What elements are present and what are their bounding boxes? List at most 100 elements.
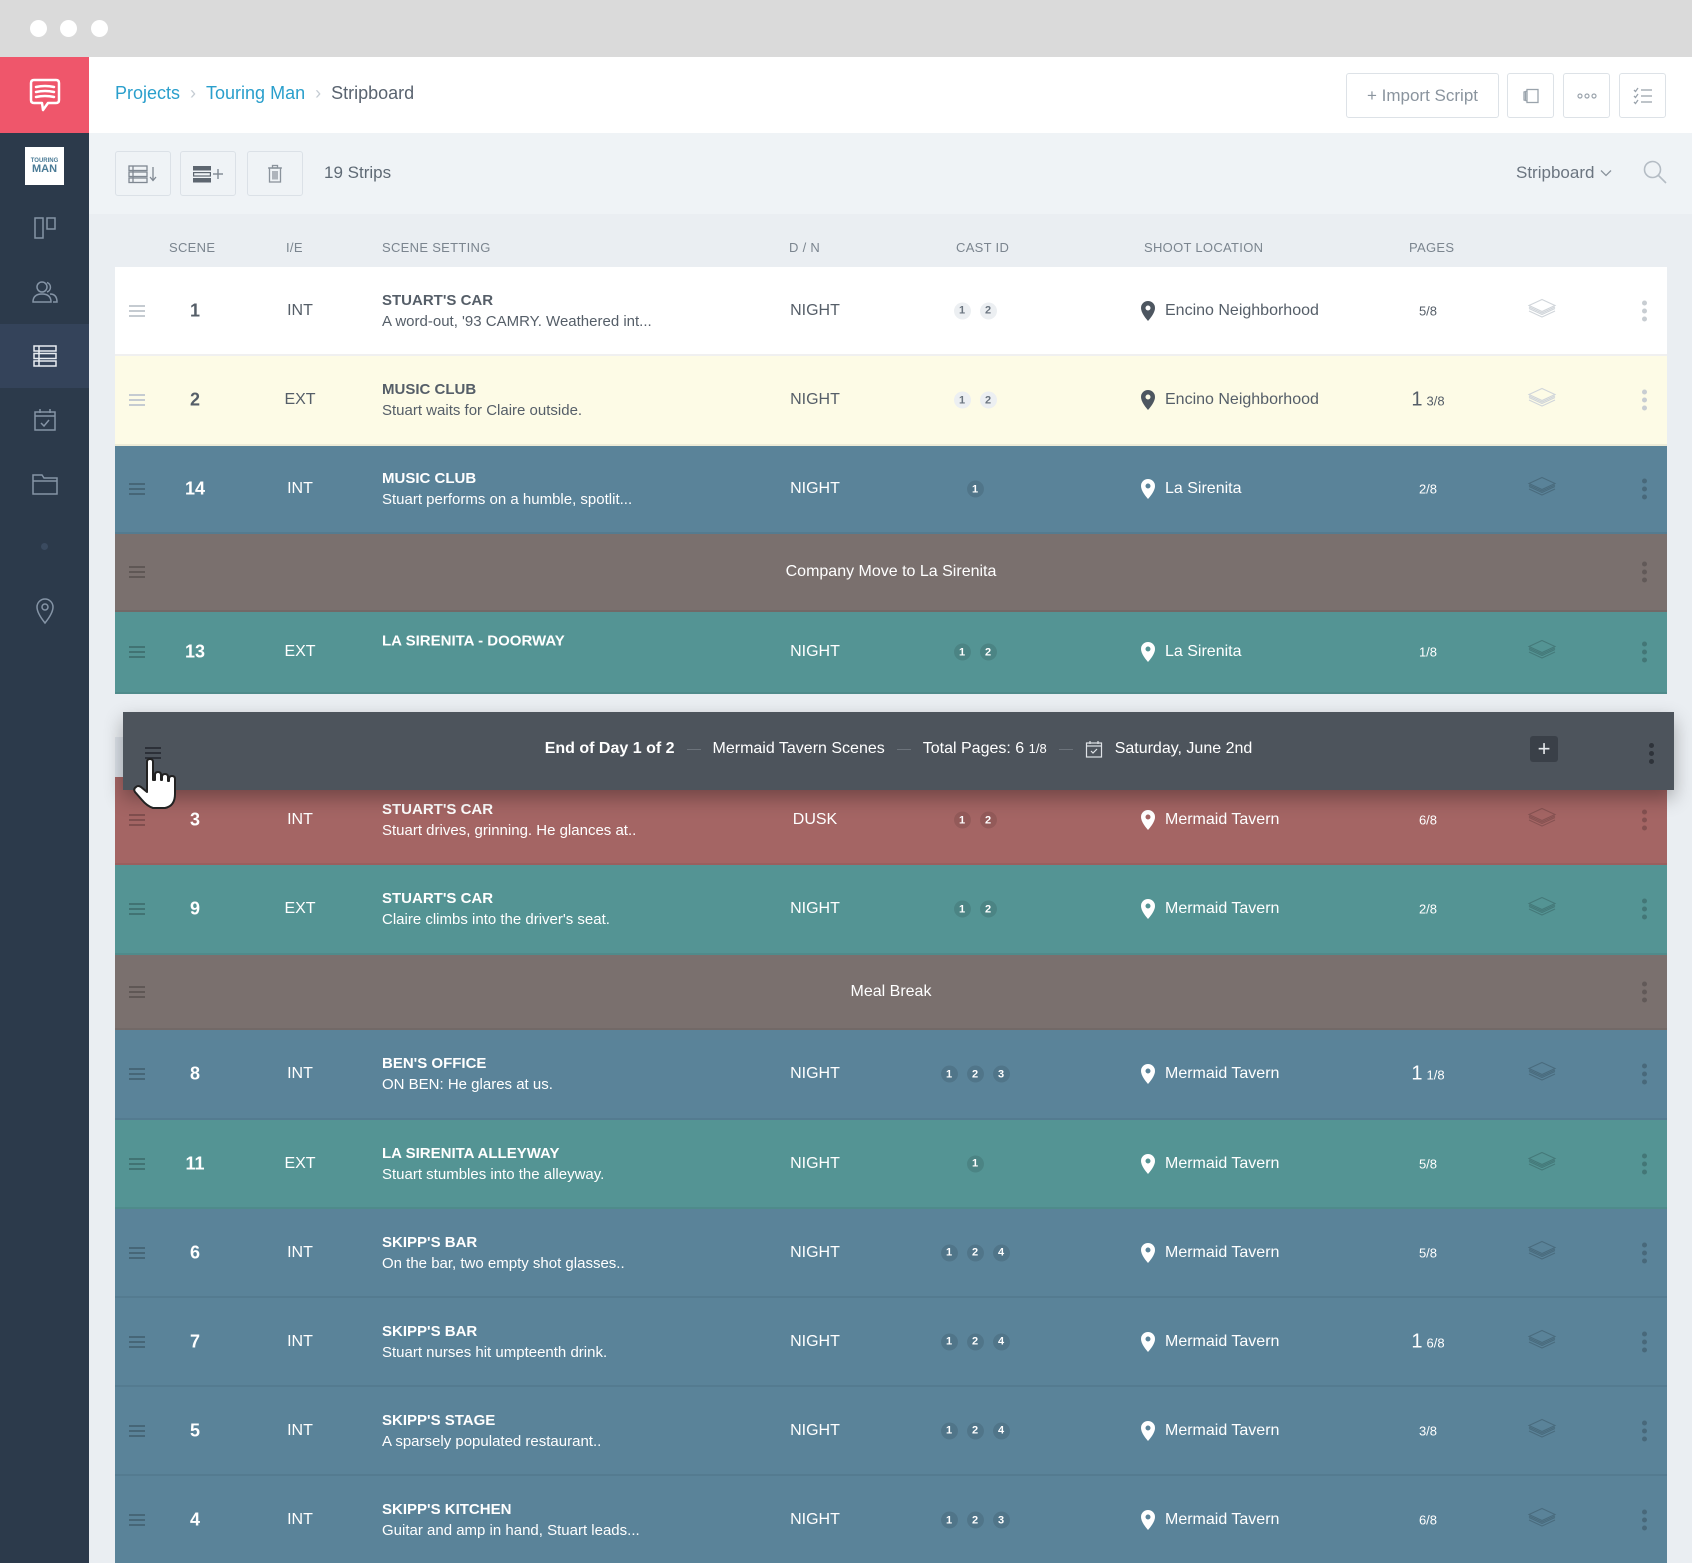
strip-menu-icon[interactable] [1642, 807, 1648, 834]
scene-strip[interactable]: 11 EXT LA SIRENITA ALLEYWAY Stuart stumbles… [115, 1120, 1667, 1209]
cast-badge[interactable]: 2 [966, 1065, 984, 1083]
checklist-button[interactable] [1619, 73, 1666, 118]
layers-icon[interactable] [1527, 1150, 1557, 1177]
shoot-location[interactable]: La Sirenita [1141, 479, 1242, 499]
cast-badge[interactable]: 2 [979, 811, 997, 829]
layers-icon[interactable] [1527, 896, 1557, 923]
shoot-location[interactable]: Mermaid Tavern [1141, 1510, 1279, 1530]
shoot-location[interactable]: Mermaid Tavern [1141, 1064, 1279, 1084]
strip-menu-icon[interactable] [1642, 1239, 1648, 1266]
sidebar-item-cast[interactable] [0, 260, 89, 324]
scene-strip[interactable]: 13 EXT LA SIRENITA - DOORWAY NIGHT 1 2 La Sire… [115, 612, 1667, 694]
breadcrumb-projects[interactable]: Projects [115, 83, 180, 104]
scene-strip[interactable]: 2 EXT MUSIC CLUB Stuart waits for Claire ou… [115, 356, 1667, 446]
shoot-location[interactable]: Mermaid Tavern [1141, 1331, 1279, 1352]
window-minimize-button[interactable] [60, 20, 77, 37]
layers-icon[interactable] [1527, 639, 1557, 666]
cast-badge[interactable]: 1 [940, 1422, 958, 1439]
sidebar-item-stripboard[interactable] [0, 324, 89, 388]
layers-icon[interactable] [1527, 1507, 1557, 1534]
sort-strips-button[interactable] [115, 151, 171, 196]
strip-menu-icon[interactable] [1642, 1507, 1648, 1534]
cast-badge[interactable]: 2 [966, 1333, 984, 1350]
drag-handle-icon[interactable] [129, 1155, 145, 1173]
cast-badge[interactable]: 1 [953, 302, 971, 319]
more-options-button[interactable] [1563, 73, 1610, 118]
cast-badge[interactable]: 1 [953, 811, 971, 829]
shoot-location[interactable]: Mermaid Tavern [1141, 1153, 1279, 1174]
strip-menu-icon[interactable] [1642, 978, 1648, 1005]
layers-icon[interactable] [1527, 1417, 1557, 1444]
cast-badge[interactable]: 4 [992, 1333, 1010, 1350]
scene-strip[interactable]: 4 INT SKIPP'S KITCHEN Guitar and amp in han… [115, 1476, 1667, 1563]
cast-badge[interactable]: 2 [966, 1244, 984, 1261]
drag-handle-icon[interactable] [129, 302, 145, 320]
strip-menu-icon[interactable] [1642, 1150, 1648, 1177]
layers-icon[interactable] [1527, 387, 1557, 414]
scene-strip[interactable]: 14 INT MUSIC CLUB Stuart performs on a humb… [115, 446, 1667, 534]
search-button[interactable] [1642, 159, 1668, 190]
strip-menu-icon[interactable] [1642, 559, 1648, 586]
column-header-ie[interactable]: I/E [286, 240, 303, 255]
shoot-location[interactable]: Mermaid Tavern [1141, 1420, 1279, 1441]
cast-badge[interactable]: 4 [992, 1244, 1010, 1261]
scene-strip[interactable]: 3 INT STUART'S CAR Stuart drives, grinning.… [115, 777, 1667, 865]
break-strip[interactable]: Meal Break [115, 955, 1667, 1030]
strip-menu-icon[interactable] [1642, 896, 1648, 923]
cast-badge[interactable]: 3 [992, 1511, 1010, 1529]
layers-icon[interactable] [1527, 476, 1557, 503]
cast-badge[interactable]: 1 [940, 1065, 958, 1083]
shoot-location[interactable]: La Sirenita [1141, 642, 1242, 662]
drag-handle-icon[interactable] [129, 480, 145, 498]
sidebar-item-files[interactable] [0, 452, 89, 516]
drag-handle-icon[interactable] [129, 391, 145, 409]
day-break-menu-icon[interactable] [1649, 740, 1654, 767]
sidebar-item-board[interactable] [0, 196, 89, 260]
scene-strip[interactable]: 1 INT STUART'S CAR A word-out, '93 CAMRY. W… [115, 267, 1667, 356]
scene-strip[interactable]: 8 INT BEN'S OFFICE ON BEN: He glares at us.… [115, 1030, 1667, 1120]
cast-badge[interactable]: 2 [966, 1422, 984, 1439]
cast-badge[interactable]: 1 [953, 643, 971, 661]
shoot-location[interactable]: Encino Neighborhood [1141, 300, 1319, 321]
column-header-location[interactable]: SHOOT LOCATION [1144, 240, 1263, 255]
scene-strip[interactable]: 7 INT SKIPP'S BAR Stuart nurses hit umpteen… [115, 1298, 1667, 1387]
strip-menu-icon[interactable] [1642, 387, 1648, 414]
cast-badge[interactable]: 4 [992, 1422, 1010, 1439]
layers-icon[interactable] [1527, 1239, 1557, 1266]
cast-badge[interactable]: 1 [940, 1511, 958, 1529]
shoot-location[interactable]: Mermaid Tavern [1141, 810, 1279, 830]
layers-icon[interactable] [1527, 1328, 1557, 1355]
cast-badge[interactable]: 2 [979, 900, 997, 918]
cast-badge[interactable]: 1 [966, 480, 984, 498]
strip-menu-icon[interactable] [1642, 639, 1648, 666]
shoot-location[interactable]: Mermaid Tavern [1141, 899, 1279, 919]
column-header-pages[interactable]: PAGES [1409, 240, 1454, 255]
cast-badge[interactable]: 1 [940, 1244, 958, 1261]
window-maximize-button[interactable] [91, 20, 108, 37]
sidebar-item-calendar[interactable] [0, 388, 89, 452]
project-logo[interactable]: TOURING MAN [25, 147, 64, 185]
app-logo[interactable] [0, 57, 89, 133]
scene-strip[interactable]: 9 EXT STUART'S CAR Claire climbs into the d… [115, 865, 1667, 955]
scene-strip[interactable]: 6 INT SKIPP'S BAR On the bar, two empty sho… [115, 1209, 1667, 1298]
column-header-dn[interactable]: D / N [789, 240, 820, 255]
view-select[interactable]: Stripboard [1516, 163, 1612, 183]
sidebar-item-locations[interactable] [0, 579, 89, 643]
window-close-button[interactable] [30, 20, 47, 37]
delete-strip-button[interactable] [247, 151, 303, 196]
layers-icon[interactable] [1527, 1061, 1557, 1088]
strip-menu-icon[interactable] [1642, 1328, 1648, 1355]
cast-badge[interactable]: 1 [953, 900, 971, 918]
drag-handle-icon[interactable] [129, 1422, 145, 1440]
layers-icon[interactable] [1527, 807, 1557, 834]
cast-badge[interactable]: 2 [979, 302, 997, 319]
strip-menu-icon[interactable] [1642, 297, 1648, 324]
cast-badge[interactable]: 2 [979, 643, 997, 661]
shoot-location[interactable]: Encino Neighborhood [1141, 390, 1319, 410]
column-header-cast[interactable]: CAST ID [956, 240, 1009, 255]
day-break-strip[interactable]: End of Day 1 of 2 Mermaid Tavern Scenes … [123, 712, 1674, 809]
layers-icon[interactable] [1527, 297, 1557, 324]
column-header-setting[interactable]: SCENE SETTING [382, 240, 491, 255]
import-script-button[interactable]: + Import Script [1346, 73, 1499, 118]
drag-handle-icon[interactable] [129, 643, 145, 661]
